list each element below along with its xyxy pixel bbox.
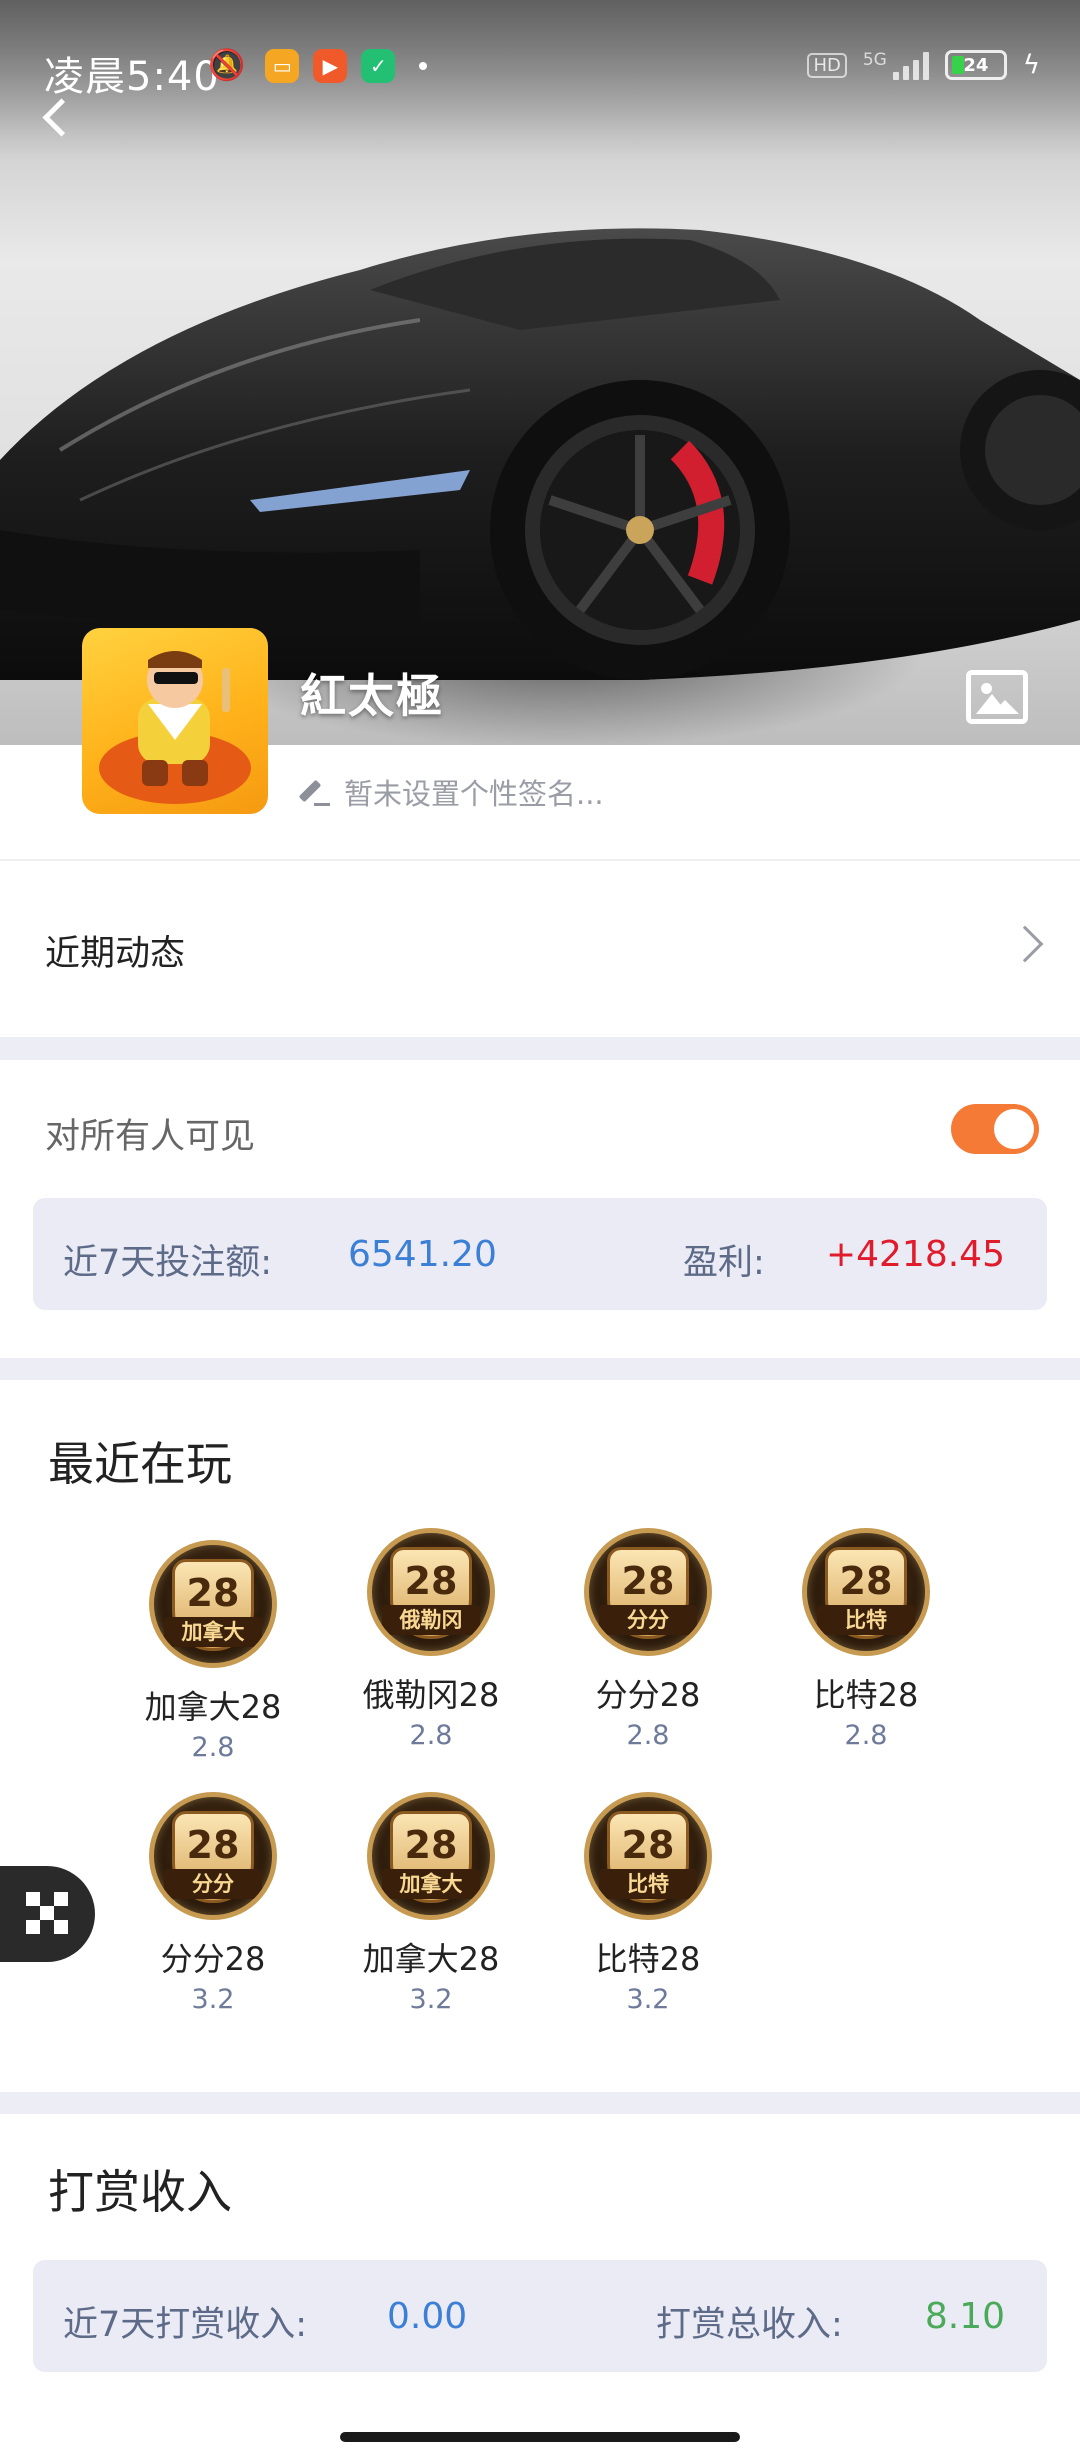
visibility-toggle[interactable] [951,1104,1039,1154]
grid-icon [26,1892,40,1906]
home-indicator[interactable] [340,2432,740,2442]
back-button[interactable] [30,88,80,148]
recent-activity-row[interactable]: 近期动态 [0,861,1080,1037]
mute-bell-icon: 🔕 [208,48,246,83]
video-app-icon: ▶ [313,48,348,83]
game-name: 分分28 [595,1676,701,1714]
charging-icon: ϟ [1022,50,1040,80]
game-item[interactable]: 28 俄勒冈 俄勒冈28 2.8 [341,1528,521,1751]
network-label: 5G [862,50,887,70]
game-item[interactable]: 28 分分 分分28 3.2 [123,1792,303,2015]
game-item[interactable]: 28 比特 比特28 2.8 [776,1528,956,1751]
chevron-right-icon [1006,925,1044,963]
game-rate: 2.8 [191,1732,235,1763]
notification-icons: 🔕 ▭ ▶ ✓ [208,48,428,83]
avatar-cartoon-icon [99,651,251,804]
edit-pencil-icon [300,777,330,807]
profit-value: +4218.45 [825,1234,1005,1275]
recent-games-card: 最近在玩 28 加拿大 加拿大28 2.8 28 俄勒冈 俄勒冈28 2.8 28 分… [0,1380,1080,2092]
tips-stats-box: 近7天打赏收入: 0.00 打赏总收入: 8.10 [33,2260,1047,2372]
recent-tips-label: 近7天打赏收入: [63,2305,308,2345]
game-name: 加拿大28 [362,1940,500,1978]
hd-icon: HD [807,52,847,78]
game-rate: 3.2 [409,1984,453,2015]
game-name: 比特28 [813,1676,919,1714]
game-name: 俄勒冈28 [362,1676,500,1714]
game-rate: 2.8 [844,1720,888,1751]
game-rate: 3.2 [191,1984,235,2015]
visibility-label: 对所有人可见 [45,1117,256,1157]
recent-activity-label: 近期动态 [45,934,186,974]
recent-games-title: 最近在玩 [48,1437,232,1491]
total-tips-label: 打赏总收入: [656,2305,843,2345]
floating-qr-button[interactable] [0,1866,95,1962]
shield-app-icon: ✓ [361,48,396,83]
total-tips-value: 8.10 [924,2296,1005,2337]
avatar[interactable] [82,628,268,814]
game-item[interactable]: 28 分分 分分28 2.8 [558,1528,738,1751]
game-name: 加拿大28 [144,1688,282,1726]
signature-text: 暂未设置个性签名... [344,777,604,811]
bet-value: 6541.20 [348,1234,497,1275]
game-rate: 2.8 [626,1720,670,1751]
system-status-icons: HD 5G 24 ϟ [807,50,1040,80]
game-rate: 3.2 [626,1984,670,2015]
message-app-icon: ▭ [265,48,300,83]
signal-icon [892,50,929,80]
change-cover-image-icon[interactable] [966,670,1028,724]
profit-label: 盈利: [683,1243,765,1283]
game-name: 分分28 [160,1940,266,1978]
tips-income-card: 打赏收入 近7天打赏收入: 0.00 打赏总收入: 8.10 [0,2114,1080,2460]
bet-stats-box: 近7天投注额: 6541.20 盈利: +4218.45 [33,1198,1047,1310]
game-rate: 2.8 [409,1720,453,1751]
nickname: 紅太極 [300,669,444,723]
stats-card: 对所有人可见 近7天投注额: 6541.20 盈利: +4218.45 [0,1060,1080,1358]
bet-label: 近7天投注额: [63,1243,273,1283]
game-item[interactable]: 28 加拿大 加拿大28 3.2 [341,1792,521,2015]
game-item[interactable]: 28 加拿大 加拿大28 2.8 [123,1540,303,1763]
status-bar: 凌晨5:40 🔕 ▭ ▶ ✓ HD 5G 24 ϟ [0,0,1080,130]
game-name: 比特28 [595,1940,701,1978]
game-badge-icon: 28 分分 [584,1528,712,1656]
signature-row[interactable]: 暂未设置个性签名... [300,771,604,813]
game-badge-icon: 28 分分 [149,1792,277,1920]
more-notifications-dot [419,61,428,70]
recent-tips-value: 0.00 [387,2296,468,2337]
game-badge-icon: 28 加拿大 [367,1792,495,1920]
game-badge-icon: 28 比特 [584,1792,712,1920]
tips-title: 打赏收入 [48,2165,232,2219]
game-item[interactable]: 28 比特 比特28 3.2 [558,1792,738,2015]
battery-level: 24 [963,54,989,76]
game-badge-icon: 28 比特 [802,1528,930,1656]
game-badge-icon: 28 加拿大 [149,1540,277,1668]
battery-icon: 24 [944,50,1007,80]
game-badge-icon: 28 俄勒冈 [367,1528,495,1656]
